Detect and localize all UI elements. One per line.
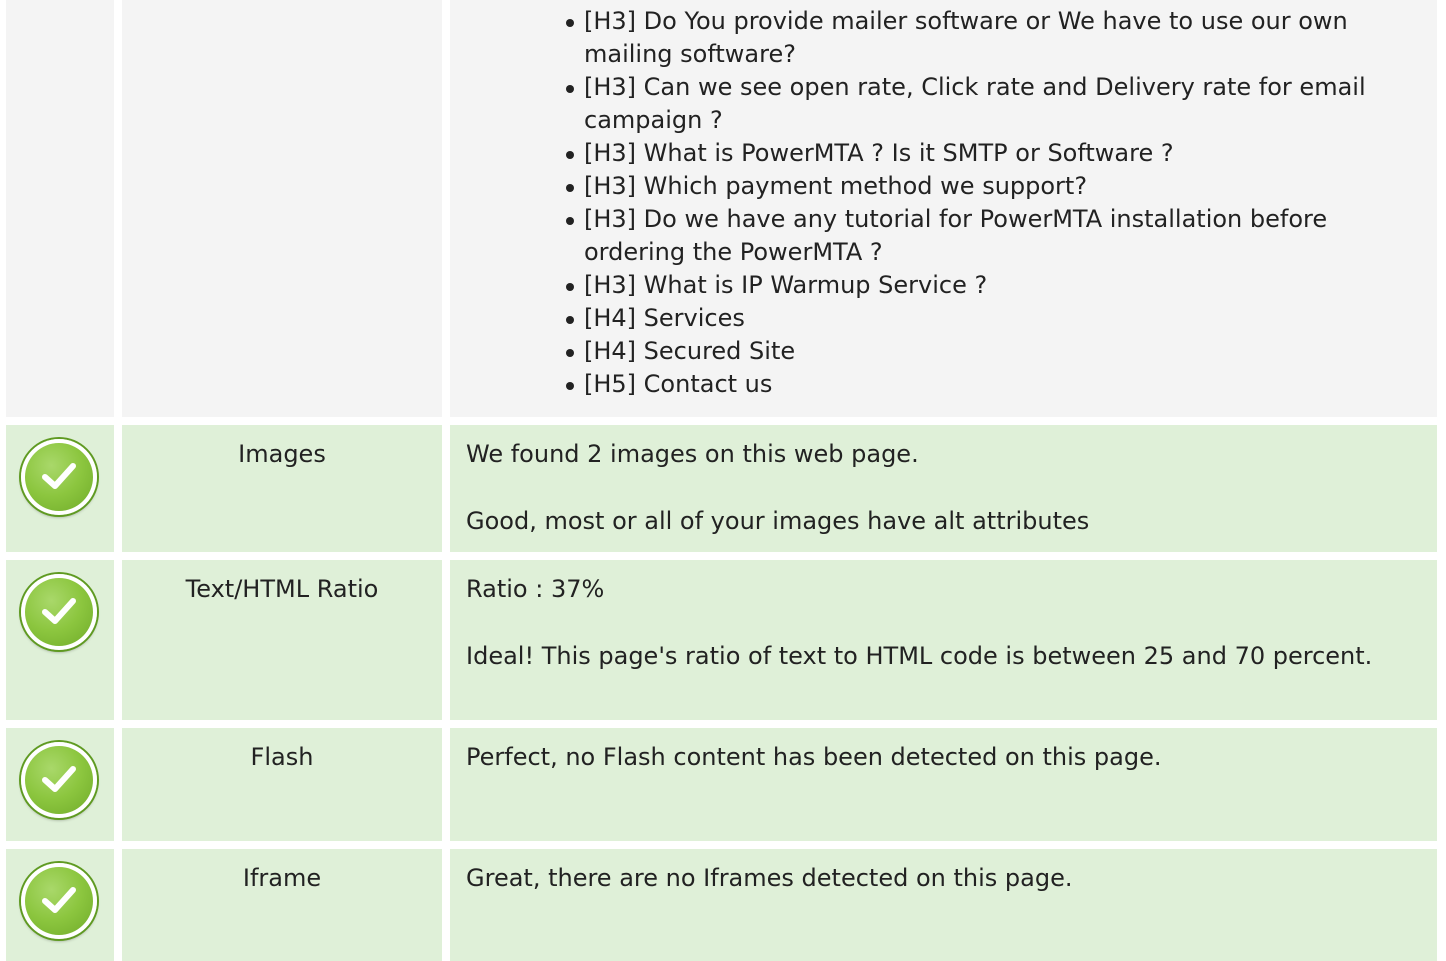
check-result-cell: Great, there are no Iframes detected on … — [450, 849, 1437, 961]
check-result-text: Ratio : 37% — [466, 575, 605, 603]
check-name-cell: Flash — [122, 728, 442, 841]
check-circle-icon — [21, 439, 97, 515]
check-result-cell: We found 2 images on this web page. Good… — [450, 425, 1437, 552]
heading-item: [H3] Do You provide mailer software or W… — [566, 5, 1421, 71]
heading-item: [H4] Services — [566, 302, 1421, 335]
check-result-text: Great, there are no Iframes detected on … — [466, 864, 1073, 892]
flash-check-row: Flash Perfect, no Flash content has been… — [6, 728, 1437, 841]
check-name: Iframe — [242, 864, 322, 892]
check-name: Images — [238, 440, 326, 468]
seo-report-table: [H3] Do You provide mailer software or W… — [6, 0, 1437, 961]
check-name: Flash — [250, 743, 314, 771]
heading-item: [H5] Contact us — [566, 368, 1421, 401]
check-advice-text: Ideal! This page's ratio of text to HTML… — [466, 642, 1373, 670]
heading-item: [H3] Do we have any tutorial for PowerMT… — [566, 203, 1421, 269]
check-name-cell: Images — [122, 425, 442, 552]
images-check-row: Images We found 2 images on this web pag… — [6, 425, 1437, 552]
check-circle-icon — [21, 574, 97, 650]
check-result-cell: Perfect, no Flash content has been detec… — [450, 728, 1437, 841]
text-html-ratio-check-row: Text/HTML Ratio Ratio : 37% Ideal! This … — [6, 560, 1437, 720]
headings-icon-cell — [6, 0, 114, 417]
headings-row: [H3] Do You provide mailer software or W… — [6, 0, 1437, 417]
heading-item: [H3] What is IP Warmup Service ? — [566, 269, 1421, 302]
check-result-text: Perfect, no Flash content has been detec… — [466, 743, 1162, 771]
heading-item: [H3] Which payment method we support? — [566, 170, 1421, 203]
check-result-cell: Ratio : 37% Ideal! This page's ratio of … — [450, 560, 1437, 720]
headings-list-cell: [H3] Do You provide mailer software or W… — [450, 0, 1437, 417]
check-circle-icon — [21, 742, 97, 818]
heading-item: [H3] What is PowerMTA ? Is it SMTP or So… — [566, 137, 1421, 170]
heading-item: [H4] Secured Site — [566, 335, 1421, 368]
check-result-text: We found 2 images on this web page. — [466, 440, 919, 468]
check-name: Text/HTML Ratio — [185, 575, 379, 603]
check-circle-icon — [21, 863, 97, 939]
headings-name-cell — [122, 0, 442, 417]
check-name-cell: Iframe — [122, 849, 442, 961]
check-name-cell: Text/HTML Ratio — [122, 560, 442, 720]
iframe-check-row: Iframe Great, there are no Iframes detec… — [6, 849, 1437, 961]
check-advice-text: Good, most or all of your images have al… — [466, 507, 1090, 535]
headings-list: [H3] Do You provide mailer software or W… — [466, 5, 1421, 401]
heading-item: [H3] Can we see open rate, Click rate an… — [566, 71, 1421, 137]
